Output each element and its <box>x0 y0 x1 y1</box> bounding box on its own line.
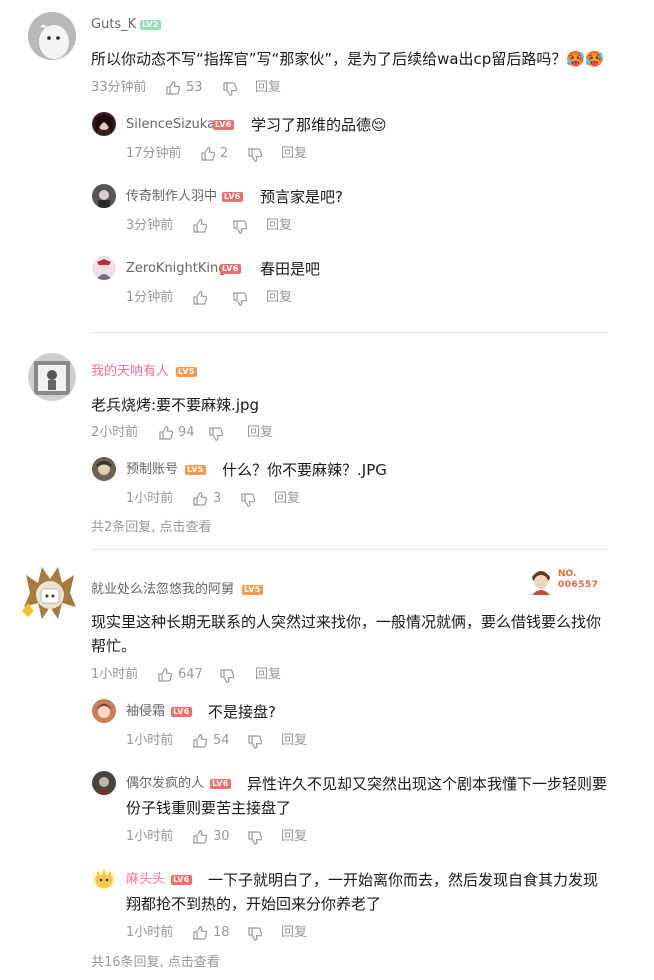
like-icon[interactable] <box>192 733 208 749</box>
dislike-icon[interactable] <box>247 147 263 163</box>
emoji: 😌 <box>371 116 387 134</box>
like-icon[interactable] <box>192 491 208 507</box>
timestamp: 33分钟前 <box>91 80 147 95</box>
level-badge: LV6 <box>220 264 241 274</box>
reply-button[interactable]: 回复 <box>274 491 300 507</box>
dislike-icon[interactable] <box>219 668 235 684</box>
avatar[interactable] <box>92 771 116 795</box>
dislike-icon[interactable] <box>232 219 248 235</box>
avatar[interactable] <box>92 256 116 280</box>
username[interactable]: 袖侵霜 <box>126 704 165 720</box>
view-more-replies[interactable]: 共16条回复, 点击查看 <box>91 955 220 971</box>
reply-button[interactable]: 回复 <box>281 146 307 162</box>
dislike-icon[interactable] <box>247 830 263 846</box>
fan-badge-number: 006557 <box>558 580 599 590</box>
avatar[interactable] <box>92 112 116 136</box>
like-count: 18 <box>213 925 230 940</box>
like-count: 94 <box>178 425 195 440</box>
reply-button[interactable]: 回复 <box>266 290 292 306</box>
dislike-icon[interactable] <box>240 492 256 508</box>
avatar[interactable] <box>20 563 80 623</box>
timestamp: 1小时前 <box>126 491 174 506</box>
timestamp: 1小时前 <box>91 667 139 682</box>
username[interactable]: 我的天呐有人 <box>91 364 169 380</box>
divider <box>91 549 608 550</box>
level-badge: LV5 <box>242 585 263 595</box>
reply-text: 学习了那维的品德😌 <box>251 116 387 134</box>
like-icon[interactable] <box>200 146 216 162</box>
like-icon[interactable] <box>192 218 208 234</box>
username[interactable]: 就业处么法忽悠我的阿舅 <box>91 582 234 598</box>
timestamp: 17分钟前 <box>126 146 182 161</box>
like-icon[interactable] <box>192 290 208 306</box>
timestamp: 1小时前 <box>126 829 174 844</box>
reply-button[interactable]: 回复 <box>281 829 307 845</box>
level-badge: LV2 <box>140 20 161 30</box>
dislike-icon[interactable] <box>208 426 224 442</box>
divider <box>91 332 608 333</box>
comment-text: 老兵烧烤:要不要麻辣.jpg <box>91 396 260 414</box>
view-more-replies[interactable]: 共2条回复, 点击查看 <box>91 520 212 536</box>
reply-button[interactable]: 回复 <box>255 80 281 96</box>
level-badge: LV6 <box>213 120 234 130</box>
avatar[interactable] <box>92 184 116 208</box>
like-count: 30 <box>213 829 230 844</box>
dislike-icon[interactable] <box>232 291 248 307</box>
username[interactable]: ZeroKnightKing <box>126 261 227 277</box>
fan-badge-avatar <box>532 571 550 595</box>
reply-button[interactable]: 回复 <box>281 925 307 941</box>
avatar[interactable] <box>92 867 116 891</box>
level-badge: LV6 <box>171 707 192 717</box>
reply-text: 春田是吧 <box>260 260 321 278</box>
comment-text: 现实里这种长期无联系的人突然过来找你，一般情况就俩，要么借钱要么找你 帮忙。 <box>91 613 602 655</box>
like-count: 3 <box>213 491 222 506</box>
fan-badge-label: NO. <box>558 569 577 579</box>
username[interactable]: SilenceSizuka <box>126 117 215 133</box>
avatar[interactable] <box>92 457 116 481</box>
timestamp: 1小时前 <box>126 925 174 940</box>
emoji: 🥵🥵 <box>566 50 604 68</box>
dislike-icon[interactable] <box>247 734 263 750</box>
like-icon[interactable] <box>192 925 208 941</box>
reply-text: 不是接盘? <box>208 703 276 721</box>
reply-text: 预言家是吧? <box>260 188 343 206</box>
avatar[interactable] <box>92 699 116 723</box>
reply-text: 什么？你不要麻辣？.JPG <box>222 461 387 479</box>
like-icon[interactable] <box>157 667 173 683</box>
username[interactable]: Guts_K <box>91 17 136 33</box>
timestamp: 1分钟前 <box>126 290 174 305</box>
level-badge: LV5 <box>185 465 206 475</box>
avatar[interactable] <box>28 353 76 401</box>
reply-text: 一下子就明白了，一开始离你而去，然后发现自食其力发现 翔都抢不到热的，开始回来分… <box>126 871 599 913</box>
like-icon[interactable] <box>192 829 208 845</box>
like-count: 647 <box>178 667 203 682</box>
level-badge: LV5 <box>176 367 197 377</box>
timestamp: 2小时前 <box>91 425 139 440</box>
timestamp: 1小时前 <box>126 733 174 748</box>
username[interactable]: 传奇制作人羽中 <box>126 189 217 205</box>
timestamp: 3分钟前 <box>126 218 174 233</box>
reply-text: 异性许久不见却又突然出现这个剧本我懂下一步轻则要 份子钱重则要苦主接盘了 <box>126 775 608 817</box>
reply-button[interactable]: 回复 <box>255 667 281 683</box>
username[interactable]: 预制账号 <box>126 462 178 478</box>
fan-badge[interactable]: NO. 006557 <box>528 567 608 595</box>
dislike-icon[interactable] <box>247 926 263 942</box>
like-icon[interactable] <box>165 80 181 96</box>
avatar[interactable] <box>28 12 76 60</box>
like-count: 53 <box>186 80 203 95</box>
like-icon[interactable] <box>158 425 174 441</box>
like-count: 2 <box>220 146 229 161</box>
reply-button[interactable]: 回复 <box>247 425 273 441</box>
dislike-icon[interactable] <box>222 81 238 97</box>
like-count: 54 <box>213 733 230 748</box>
reply-button[interactable]: 回复 <box>266 218 292 234</box>
level-badge: LV6 <box>222 192 243 202</box>
reply-button[interactable]: 回复 <box>281 733 307 749</box>
comment-text: 所以你动态不写“指挥官”写“那家伙”，是为了后续给wa出cp留后路吗？🥵🥵 <box>91 50 604 68</box>
